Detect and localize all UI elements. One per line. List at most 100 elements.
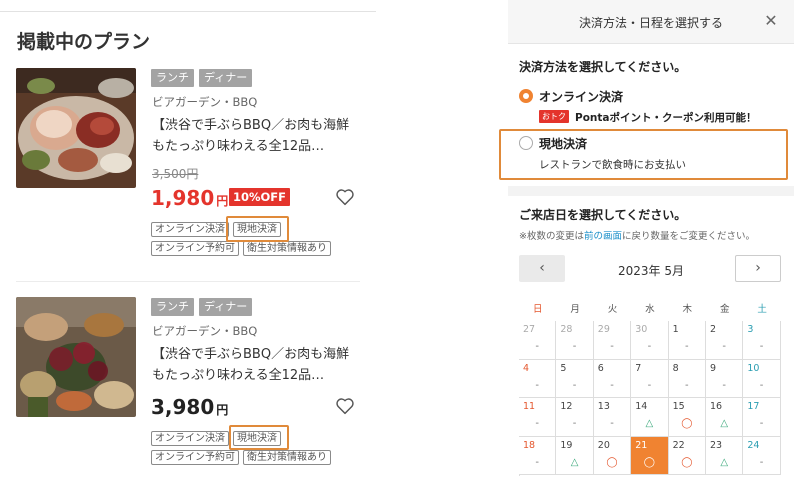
day-number: 22 <box>672 439 685 451</box>
calendar-day[interactable]: 12 - <box>556 398 594 437</box>
label-online-reservation: オンライン予約可 <box>151 450 239 465</box>
calendar-day[interactable]: 11 - <box>519 398 557 437</box>
otoku-badge: おトク <box>539 110 569 123</box>
day-number: 4 <box>523 362 530 374</box>
back-link[interactable]: 前の画面 <box>584 231 622 242</box>
calendar-day[interactable]: 2- <box>706 321 744 360</box>
onsite-payment-label[interactable]: 現地決済 <box>539 135 587 152</box>
calendar-day[interactable]: 22 ◯ <box>668 436 706 475</box>
calendar-day[interactable]: 9- <box>706 359 744 398</box>
onsite-payment-description: レストランで飲食時にお支払い <box>539 159 686 171</box>
calendar-day[interactable]: 30 - <box>631 321 669 360</box>
calendar-day[interactable]: 23 △ <box>706 436 744 475</box>
day-number: 24 <box>747 439 760 451</box>
calendar-day[interactable]: 4- <box>519 359 557 398</box>
plan-list-panel: 掲載中のプラン ランチ ディナー ビアガーデン・BBQ 【渋谷で手ぶらBBQ／お… <box>0 0 376 478</box>
label-online-payment: オンライン決済 <box>151 431 229 446</box>
screenshot-root: { "left": { "title": "掲載中のプラン", "plans":… <box>0 0 794 478</box>
feature-labels: オンライン予約可 衛生対策情報あり <box>151 241 331 256</box>
availability-open-icon: ◯ <box>606 456 618 468</box>
day-number: 16 <box>710 401 723 412</box>
calendar-day[interactable]: 18 - <box>519 436 557 475</box>
day-number: 5 <box>560 362 567 374</box>
tag-lunch: ランチ <box>151 298 194 316</box>
weekday-label: 土 <box>757 304 767 315</box>
ponta-info: Pontaポイント・クーポン利用可能！ <box>575 112 757 124</box>
label-hygiene-info: 衛生対策情報あり <box>243 450 331 465</box>
payment-labels: オンライン決済 現地決済 <box>151 222 281 237</box>
day-number: 30 <box>635 324 648 335</box>
availability-none-mark: - <box>759 379 764 391</box>
availability-none-mark: - <box>535 456 539 468</box>
plan-photo-party-table[interactable] <box>16 297 136 417</box>
availability-none-mark: - <box>647 379 652 391</box>
availability-none-mark: - <box>572 418 577 429</box>
day-number: 20 <box>597 439 610 451</box>
online-payment-label[interactable]: オンライン決済 <box>539 88 623 105</box>
availability-few-icon: △ <box>720 456 729 468</box>
availability-none-mark: - <box>684 379 689 391</box>
day-number: 10 <box>747 362 760 374</box>
calendar-day[interactable]: 3- <box>743 321 781 360</box>
favorite-heart-icon[interactable] <box>335 397 355 415</box>
calendar-day[interactable]: 17 - <box>743 398 781 437</box>
weekday-label: 金 <box>719 304 730 315</box>
label-online-reservation: オンライン予約可 <box>151 241 239 256</box>
day-number: 28 <box>560 324 573 335</box>
label-onsite-payment: 現地決済 <box>233 222 281 237</box>
calendar-day-selected[interactable]: 21 ◯ <box>631 436 669 475</box>
next-month-button[interactable]: › <box>735 255 781 282</box>
availability-none-mark: - <box>759 418 764 429</box>
availability-few-icon: △ <box>570 456 579 468</box>
calendar-day[interactable]: 16 △ <box>706 398 744 437</box>
weekday-label: 水 <box>645 304 655 315</box>
calendar-day[interactable]: 24 - <box>743 436 781 475</box>
availability-none-mark: - <box>535 341 539 352</box>
section-divider <box>508 186 794 196</box>
calendar-day[interactable]: 20 ◯ <box>593 436 632 475</box>
calendar-day[interactable]: 29- <box>593 321 632 360</box>
calendar-day[interactable]: 28 - <box>556 321 594 360</box>
radio-online-payment[interactable] <box>519 89 533 103</box>
date-heading: ご来店日を選択してください。 <box>519 208 687 222</box>
calendar-day[interactable]: 10 - <box>743 359 781 398</box>
payment-labels: オンライン決済 現地決済 <box>151 431 281 446</box>
availability-open-icon: ◯ <box>643 456 655 468</box>
modal-title: 決済方法・日程を選択する <box>578 16 723 30</box>
plan-title-line2: もたっぷり味わえる全12品… <box>152 368 325 383</box>
day-number: 21 <box>635 439 648 451</box>
day-number: 29 <box>597 324 610 335</box>
availability-none-mark: - <box>722 379 726 391</box>
availability-none-mark: - <box>759 341 764 352</box>
availability-few-icon: △ <box>720 418 729 429</box>
calendar-day[interactable]: 1- <box>668 321 706 360</box>
availability-none-mark: - <box>535 379 539 391</box>
calendar-day[interactable]: 7- <box>631 359 669 398</box>
price-unit: 円 <box>216 403 229 417</box>
radio-onsite-payment[interactable] <box>519 136 533 150</box>
calendar-day[interactable]: 27 - <box>519 321 557 360</box>
day-number: 27 <box>523 324 536 335</box>
calendar-day[interactable]: 14 △ <box>631 398 669 437</box>
calendar-day[interactable]: 5- <box>556 359 594 398</box>
day-number: 17 <box>747 401 760 412</box>
calendar-day[interactable]: 8- <box>668 359 706 398</box>
calendar-day[interactable]: 19 △ <box>556 436 594 475</box>
weekday-label: 木 <box>682 304 693 315</box>
availability-none-mark: - <box>535 418 539 429</box>
availability-open-icon: ◯ <box>681 456 693 468</box>
calendar-day[interactable]: 15 ◯ <box>668 398 706 437</box>
day-number: 15 <box>672 401 685 412</box>
day-number: 11 <box>523 401 536 412</box>
plan-title[interactable]: 【渋谷で手ぶらBBQ／お肉も海鮮 もたっぷり味わえる全12品… <box>152 344 357 386</box>
calendar-day[interactable]: 13- <box>593 398 632 437</box>
availability-none-mark: - <box>684 341 689 352</box>
availability-none-mark: - <box>572 341 577 352</box>
day-number: 12 <box>560 401 573 412</box>
close-icon[interactable]: ✕ <box>762 12 780 30</box>
payment-date-modal: 決済方法・日程を選択する ✕ 決済方法を選択してください。 オンライン決済 おト… <box>499 0 794 478</box>
day-number: 2 <box>710 324 717 335</box>
plan-card[interactable]: ランチ ディナー ビアガーデン・BBQ 【渋谷で手ぶらBBQ／お肉も海鮮 もたっ… <box>0 0 376 465</box>
day-number: 3 <box>747 324 754 335</box>
calendar-day[interactable]: 6- <box>593 359 632 398</box>
